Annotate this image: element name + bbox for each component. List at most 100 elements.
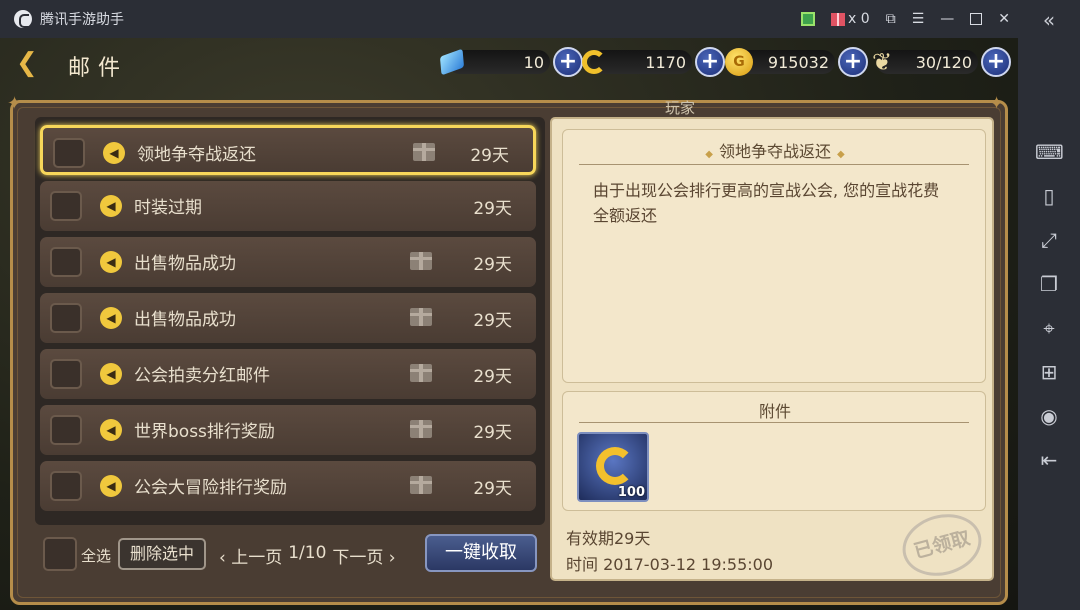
message-title-row: ◆ 领地争夺战返还 ◆ <box>563 138 987 162</box>
row-checkbox[interactable] <box>50 247 82 277</box>
maximize-icon[interactable] <box>970 13 983 25</box>
gift-icon <box>831 12 846 26</box>
keyboard-icon[interactable]: ⌨ <box>1035 138 1064 166</box>
mail-title: 时装过期 <box>134 198 202 218</box>
select-all-checkbox[interactable] <box>43 537 77 571</box>
game-screen: ❮ 邮件 10 + 1170 + G 915032 + ❦ 30/120 + ✦… <box>0 38 1018 610</box>
popout-icon[interactable]: ⧉ <box>886 11 896 27</box>
attachment-item[interactable]: 100 <box>577 432 649 502</box>
gift-counter[interactable]: x 0 <box>831 11 870 27</box>
collapse-chevron-icon[interactable]: « <box>1035 6 1063 34</box>
row-checkbox[interactable] <box>50 471 82 501</box>
pagination: ‹ 上一页 1/10 下一页 › <box>219 543 396 568</box>
speaker-icon: ◀ <box>100 195 122 217</box>
mail-title: 出售物品成功 <box>134 310 236 330</box>
multi-window-icon[interactable]: ❐ <box>1035 270 1063 298</box>
stamina-wing-icon: ❦ <box>871 48 893 76</box>
mail-row[interactable]: ◀ 时装过期 29天 <box>40 181 536 231</box>
menu-icon[interactable]: ☰ <box>912 11 925 27</box>
speaker-icon: ◀ <box>100 363 122 385</box>
rotate-icon[interactable]: ▯ <box>1035 182 1063 210</box>
prev-page-link[interactable]: ‹ 上一页 <box>219 543 282 568</box>
gift-box-icon <box>410 476 432 494</box>
record-icon[interactable]: ◉ <box>1035 402 1063 430</box>
row-checkbox[interactable] <box>50 303 82 333</box>
delete-selected-button[interactable]: 删除选中 <box>118 538 206 570</box>
mail-detail: ◆ 领地争夺战返还 ◆ 由于出现公会排行更高的宣战公会, 您的宣战花费全额返还 附件… <box>550 117 994 585</box>
c-coin-icon <box>596 447 634 485</box>
window-title: 腾讯手游助手 <box>40 12 124 28</box>
mail-row[interactable]: ◀ 领地争夺战返还 29天 <box>40 125 536 175</box>
mail-title: 世界boss排行奖励 <box>134 422 275 442</box>
mail-days: 29天 <box>473 367 512 387</box>
back-icon[interactable]: ❮ <box>16 48 50 78</box>
row-checkbox[interactable] <box>50 191 82 221</box>
close-icon[interactable]: ✕ <box>998 11 1010 27</box>
mail-days: 29天 <box>473 423 512 443</box>
mail-title: 出售物品成功 <box>134 254 236 274</box>
select-all-label[interactable]: 全选 <box>81 545 111 566</box>
mail-days: 29天 <box>473 255 512 275</box>
resource-c-coin: 1170 + <box>582 47 725 77</box>
page-indicator: 1/10 <box>288 543 327 563</box>
mail-days: 29天 <box>470 146 509 166</box>
top-bar: ❮ 邮件 10 + 1170 + G 915032 + ❦ 30/120 + <box>0 38 1018 90</box>
add-stamina-button[interactable]: + <box>981 47 1011 77</box>
screenshot-icon[interactable]: ⊞ <box>1035 358 1063 386</box>
fullscreen-icon[interactable]: ⤢ <box>1035 226 1063 254</box>
emulator-titlebar: 腾讯手游助手 x 0 ⧉ ☰ — ✕ <box>0 0 1080 38</box>
resource-gold: G 915032 + <box>725 47 868 77</box>
claim-all-button[interactable]: 一键收取 <box>425 534 537 572</box>
mail-row[interactable]: ◀ 出售物品成功 29天 <box>40 293 536 343</box>
app-logo-icon <box>14 10 32 28</box>
next-page-label: 下一页 <box>332 548 384 568</box>
row-checkbox[interactable] <box>53 138 85 168</box>
message-box: ◆ 领地争夺战返还 ◆ 由于出现公会排行更高的宣战公会, 您的宣战花费全额返还 <box>562 129 986 383</box>
mail-title: 领地争夺战返还 <box>137 145 256 165</box>
mail-row[interactable]: ◀ 公会拍卖分红邮件 29天 <box>40 349 536 399</box>
diamond-bullet-icon: ◆ <box>837 149 845 160</box>
mail-days: 29天 <box>473 479 512 499</box>
mail-days: 29天 <box>473 199 512 219</box>
expiry-text: 有效期29天 <box>566 529 651 548</box>
player-label: 玩家 <box>665 99 696 117</box>
speaker-icon: ◀ <box>100 251 122 273</box>
mail-row[interactable]: ◀ 出售物品成功 29天 <box>40 237 536 287</box>
speaker-icon: ◀ <box>100 475 122 497</box>
list-controls: 全选 删除选中 ‹ 上一页 1/10 下一页 › 一键收取 <box>35 533 545 577</box>
add-c-coin-button[interactable]: + <box>695 47 725 77</box>
gold-coin-icon: G <box>725 48 753 76</box>
mail-row[interactable]: ◀ 世界boss排行奖励 29天 <box>40 405 536 455</box>
mail-row[interactable]: ◀ 公会大冒险排行奖励 29天 <box>40 461 536 511</box>
message-body: 由于出现公会排行更高的宣战公会, 您的宣战花费全额返还 <box>593 181 940 225</box>
row-checkbox[interactable] <box>50 415 82 445</box>
emulator-sidebar: « ⌨ ▯ ⤢ ❐ ⌖ ⊞ ◉ ⇤ <box>1018 0 1080 610</box>
speaker-icon: ◀ <box>100 419 122 441</box>
mail-frame: ✦ ✦ 玩家 ◀ 领地争夺战返还 29天 ◀ 时装过期 29天 ◀ 出售物品成功 <box>7 93 1008 605</box>
next-page-link[interactable]: 下一页 › <box>332 543 395 568</box>
device-chip-icon[interactable] <box>801 12 816 26</box>
attachment-title: 附件 <box>758 402 791 421</box>
claimed-stamp: 已领取 <box>895 505 989 585</box>
row-checkbox[interactable] <box>50 359 82 389</box>
attachment-box: 附件 100 <box>562 391 986 511</box>
gift-box-icon <box>410 420 432 438</box>
mail-time: 时间 2017-03-12 19:55:00 <box>566 555 774 574</box>
gift-box-icon <box>410 252 432 270</box>
location-icon[interactable]: ⌖ <box>1035 314 1063 342</box>
add-diamond-button[interactable]: + <box>553 47 583 77</box>
attachment-qty: 100 <box>617 485 645 500</box>
gift-box-icon <box>410 308 432 326</box>
diamond-bullet-icon: ◆ <box>705 149 713 160</box>
speaker-icon: ◀ <box>103 142 125 164</box>
mail-title: 公会拍卖分红邮件 <box>134 366 270 386</box>
frame-ornament-icon: ✦ <box>989 93 1005 114</box>
exit-icon[interactable]: ⇤ <box>1035 446 1063 474</box>
speaker-icon: ◀ <box>100 307 122 329</box>
page-title: 邮件 <box>68 56 129 81</box>
add-gold-button[interactable]: + <box>838 47 868 77</box>
minimize-icon[interactable]: — <box>940 11 954 27</box>
gift-box-icon <box>410 364 432 382</box>
prev-page-label: 上一页 <box>231 548 283 568</box>
mail-list: ◀ 领地争夺战返还 29天 ◀ 时装过期 29天 ◀ 出售物品成功 29天 ◀ <box>35 117 545 525</box>
